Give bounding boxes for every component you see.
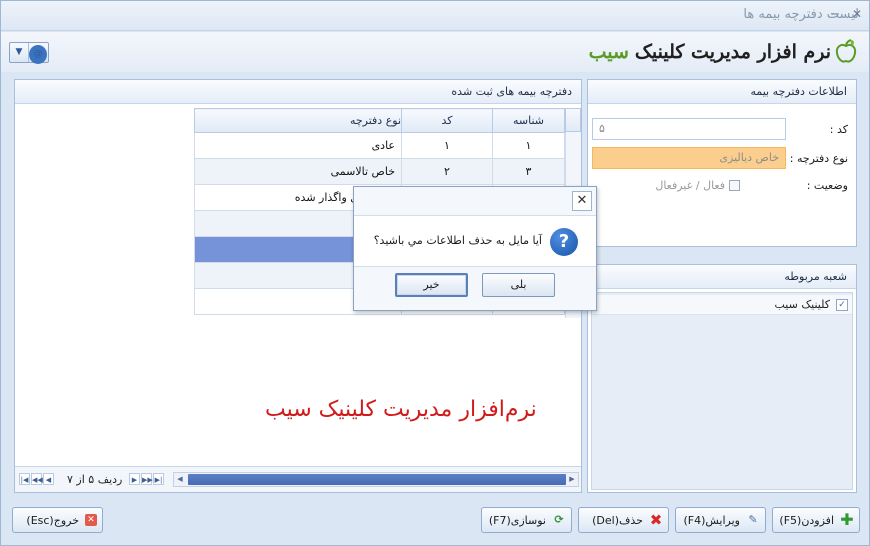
- nav-prev-page-icon[interactable]: ◀◀: [31, 473, 43, 485]
- dialog-close-button[interactable]: ✕: [572, 191, 592, 211]
- status-label: وضعیت :: [806, 179, 848, 192]
- exit-label: خروج(Esc): [26, 513, 79, 527]
- record-indicator: ردیف ۵ از ۷: [67, 473, 123, 486]
- dialog-message: آيا مايل به حذف اطلاعات مي باشيد؟: [373, 234, 542, 247]
- scroll-thumb[interactable]: [188, 474, 566, 485]
- scroll-left-icon[interactable]: ◀: [174, 473, 186, 486]
- grid-panel-title: دفترچه بیمه های ثبت شده: [15, 80, 581, 104]
- code-row: کد : ۵: [592, 118, 848, 140]
- type-row: نوع دفترچه : خاص دیالیزی: [592, 147, 848, 169]
- refresh-button[interactable]: ⟳ نوسازی(F7): [481, 507, 572, 533]
- nav-next-icon[interactable]: ▶: [129, 473, 140, 485]
- column-header-code[interactable]: کد: [401, 108, 493, 133]
- nav-next-page-icon[interactable]: ▶▶: [141, 473, 153, 485]
- status-checkbox-wrap[interactable]: فعال / غیرفعال: [655, 179, 740, 192]
- status-checkbox[interactable]: [729, 180, 740, 191]
- refresh-icon: ⟳: [554, 513, 564, 526]
- code-field[interactable]: ۵: [592, 118, 786, 140]
- grid-corner: [565, 108, 581, 132]
- quick-menu: ▼ @: [9, 42, 49, 64]
- dropdown-arrow-icon[interactable]: ▼: [10, 43, 28, 62]
- column-header-type[interactable]: نوع دفترچه: [194, 108, 402, 133]
- main-window: لیست دفترچه بیمه ها ─ ✕ نرم افزار مدیریت…: [0, 0, 870, 546]
- edit-button[interactable]: ✎ ویرایش(F4): [675, 507, 766, 533]
- table-row[interactable]: ٣ ٢ خاص تالاسمی: [194, 158, 565, 185]
- close-window-button[interactable]: ✕: [849, 6, 865, 22]
- branch-list: ✓ کلینیک سیب: [591, 292, 853, 490]
- branch-panel: شعبه مربوطه ✓ کلینیک سیب: [587, 264, 857, 493]
- grid-navigator: |◀ ◀◀ ◀ ردیف ۵ از ۷ ▶ ▶▶ ▶| ◀ ▶: [15, 466, 581, 492]
- plus-icon: ✚: [840, 510, 854, 529]
- help-button[interactable]: @: [28, 43, 48, 64]
- cell-code: ١: [401, 132, 493, 159]
- logo-text: نرم افزار مدیریت کلینیک: [634, 41, 831, 63]
- cell-id: ١: [492, 132, 565, 159]
- exit-button[interactable]: ✕ خروج(Esc): [12, 507, 103, 533]
- cell-type: خاص تالاسمی: [194, 158, 402, 185]
- nav-last-icon[interactable]: ▶|: [153, 473, 164, 485]
- question-icon: ?: [550, 228, 578, 256]
- delete-label: حذف(Del): [592, 513, 643, 527]
- apple-icon: [835, 39, 857, 65]
- exit-icon: ✕: [85, 514, 97, 526]
- column-header-id[interactable]: شناسه: [492, 108, 565, 133]
- cell-code: ٢: [401, 158, 493, 185]
- info-panel-title: اطلاعات دفترچه بیمه: [588, 80, 856, 104]
- nav-first-group: |◀ ◀◀ ◀: [19, 473, 54, 487]
- nav-first-icon[interactable]: |◀: [19, 473, 30, 485]
- scroll-right-icon[interactable]: ▶: [566, 473, 578, 486]
- nav-last-group: ▶ ▶▶ ▶|: [129, 473, 164, 487]
- cell-type: عادی: [194, 132, 402, 159]
- grid-horizontal-scroll[interactable]: ◀ ▶: [173, 472, 579, 487]
- edit-label: ویرایش(F4): [683, 513, 740, 527]
- status-option-label: فعال / غیرفعال: [655, 179, 725, 192]
- status-row: وضعیت : فعال / غیرفعال: [655, 179, 848, 192]
- confirm-dialog: ✕ ? آيا مايل به حذف اطلاعات مي باشيد؟ بل…: [353, 186, 597, 311]
- type-label: نوع دفترچه :: [789, 151, 848, 165]
- title-bar: لیست دفترچه بیمه ها ─ ✕: [1, 1, 869, 31]
- add-button[interactable]: ✚ افزودن(F5): [772, 507, 860, 533]
- dialog-body: ? آيا مايل به حذف اطلاعات مي باشيد؟: [354, 215, 596, 267]
- insurance-info-panel: اطلاعات دفترچه بیمه کد : ۵ نوع دفترچه : …: [587, 79, 857, 247]
- code-label: کد :: [829, 122, 848, 136]
- minimize-button[interactable]: ─: [827, 6, 843, 22]
- logo-accent: سیب: [588, 41, 629, 63]
- cell-id: ٣: [492, 158, 565, 185]
- help-icon: @: [29, 45, 47, 64]
- type-field[interactable]: خاص دیالیزی: [592, 147, 786, 169]
- no-button[interactable]: خیر: [395, 273, 468, 297]
- delete-icon: ✖: [649, 511, 663, 529]
- add-label: افزودن(F5): [779, 513, 834, 527]
- branch-label: کلینیک سیب: [774, 297, 830, 311]
- list-item[interactable]: ✓ کلینیک سیب: [592, 295, 852, 315]
- header-strip: نرم افزار مدیریت کلینیک سیب: [1, 32, 869, 72]
- branch-checkbox[interactable]: ✓: [836, 298, 848, 311]
- nav-prev-icon[interactable]: ◀: [43, 473, 54, 485]
- branch-panel-title: شعبه مربوطه: [588, 265, 856, 289]
- watermark-text: نرم‌افزار مدیریت کلینیک سیب: [265, 397, 537, 422]
- delete-button[interactable]: ✖ حذف(Del): [578, 507, 669, 533]
- yes-button[interactable]: بلی: [482, 273, 555, 297]
- edit-icon: ✎: [748, 513, 758, 526]
- refresh-label: نوسازی(F7): [488, 513, 546, 527]
- table-row[interactable]: ١ ١ عادی: [194, 132, 565, 159]
- app-logo: نرم افزار مدیریت کلینیک سیب: [589, 36, 857, 68]
